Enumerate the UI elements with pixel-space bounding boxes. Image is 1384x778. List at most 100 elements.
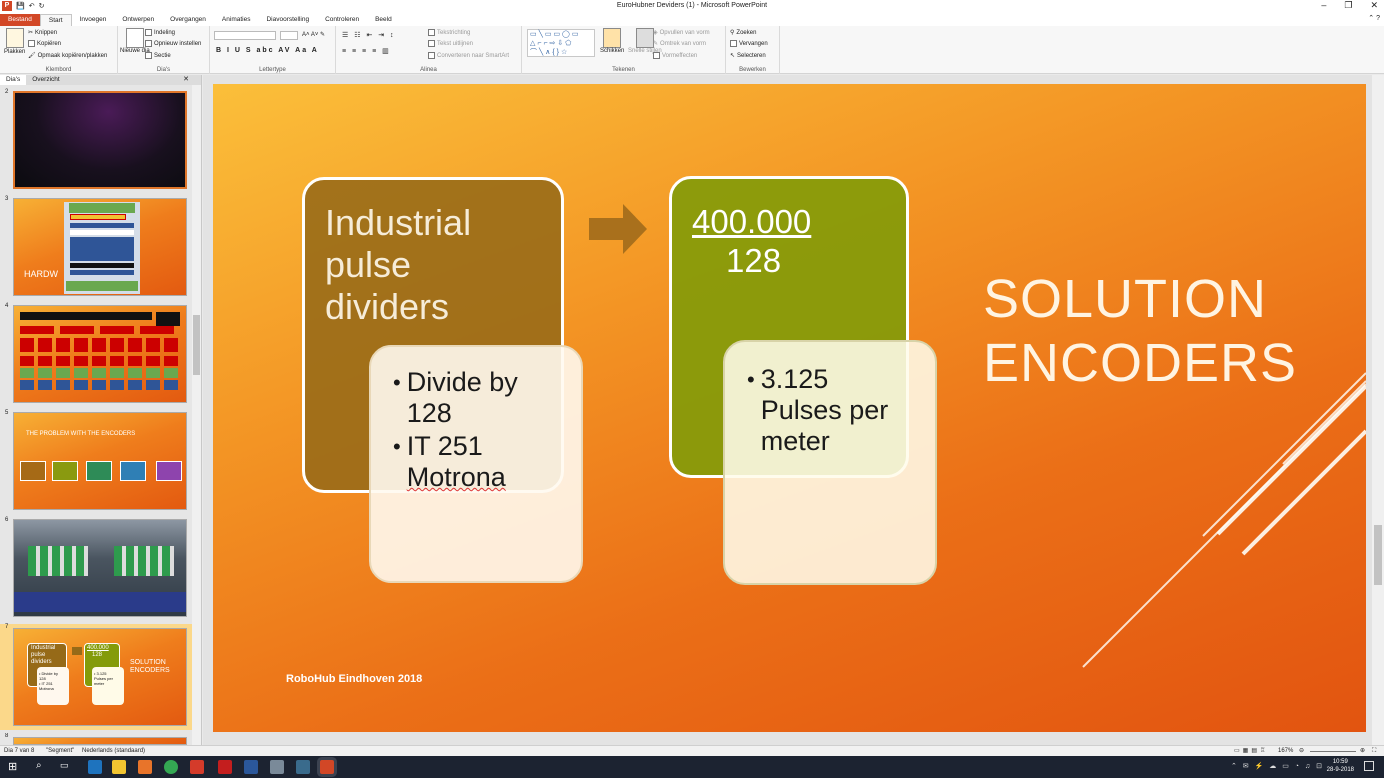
tab-view[interactable]: Beeld <box>367 14 400 26</box>
font-size-buttons[interactable]: A˄ A˅ ✎ <box>302 31 325 38</box>
slide-thumbnail-row-selected[interactable]: 7 Industrial pulse dividers • Divide by … <box>0 624 192 730</box>
text-direction-button[interactable]: Tekstrichting <box>428 29 470 36</box>
edge-icon[interactable] <box>88 760 102 774</box>
fraction-numerator[interactable]: 400.000 <box>692 202 811 242</box>
file-explorer-icon[interactable] <box>112 760 126 774</box>
list-buttons[interactable]: ☰ ☷ ⇤ ⇥ ↕ <box>342 31 396 39</box>
close-button[interactable]: ✕ <box>1370 0 1378 11</box>
slide-thumbnail[interactable] <box>13 737 187 745</box>
powerpoint-taskbar-icon[interactable] <box>320 760 334 774</box>
notification-icon[interactable] <box>1364 761 1374 771</box>
tab-animations[interactable]: Animaties <box>214 14 259 26</box>
align-text-button[interactable]: Tekst uitlijnen <box>428 40 473 47</box>
slide-footer[interactable]: RoboHub Eindhoven 2018 <box>286 673 422 685</box>
editing-group: ⚲ Zoeken Vervangen ↖ Selecteren Bewerken <box>726 26 780 74</box>
help-icon[interactable]: ⌃ ? <box>1368 14 1380 22</box>
slide-title[interactable]: SOLUTION ENCODERS <box>983 267 1297 395</box>
tab-outline[interactable]: Overzicht <box>26 75 65 85</box>
search-icon[interactable]: ⌕ <box>36 760 50 774</box>
slide-thumbnail[interactable]: HARDW <box>13 198 187 296</box>
layout-button[interactable]: Indeling <box>145 29 175 36</box>
app-icon[interactable] <box>190 760 204 774</box>
shape-fill-button[interactable]: ◈ Opvullen van vorm <box>653 29 710 37</box>
thumbnail-scrollbar[interactable] <box>192 85 201 745</box>
shape-effects-button[interactable]: Vormeffecten <box>653 52 697 59</box>
view-buttons[interactable]: ▭▦▤♖ <box>1234 746 1268 756</box>
smartart-button[interactable]: Converteren naar SmartArt <box>428 52 509 59</box>
scrollbar-thumb[interactable] <box>1374 525 1382 585</box>
slide-thumbnail-row[interactable]: 8 <box>0 733 192 745</box>
system-tray-icons[interactable]: ⌃ ✉ ⚡ ☁ ▭ ◔ ♫ ⊡ <box>1231 762 1324 770</box>
diagram-block <box>70 214 126 220</box>
slide-thumbnail-row[interactable]: 3 HARDW <box>0 196 192 296</box>
zoom-level[interactable]: 167% <box>1278 746 1293 756</box>
pulses-bullet-list[interactable]: • 3.125 Pulses per meter <box>747 364 888 457</box>
arrange-icon <box>603 28 622 48</box>
slide-canvas[interactable]: Industrial pulse dividers • Divide by 12… <box>213 84 1366 732</box>
diagram-block <box>69 203 135 213</box>
slide-thumbnail-row[interactable]: 4 <box>0 303 192 403</box>
start-windows-icon[interactable]: ⊞ <box>8 760 22 774</box>
tab-transitions[interactable]: Overgangen <box>162 14 214 26</box>
pane-tabs: Dia's Overzicht <box>0 75 201 85</box>
scrollbar-thumb[interactable] <box>193 315 200 375</box>
font-style-buttons[interactable]: B I U S abc AV Aa A <box>216 47 319 54</box>
dividers-bullet-list[interactable]: • Divide by 128 • IT 251 Motrona <box>393 367 518 493</box>
tab-start[interactable]: Start <box>39 14 72 26</box>
find-button[interactable]: ⚲ Zoeken <box>730 29 756 37</box>
tab-slideshow[interactable]: Diavoorstelling <box>258 14 317 26</box>
reset-button[interactable]: Opnieuw instellen <box>145 40 201 47</box>
diagram-block <box>70 237 134 261</box>
font-size-dropdown[interactable] <box>280 31 298 40</box>
bullet-item: • IT 251 Motrona <box>393 431 506 492</box>
photos-icon[interactable] <box>296 760 310 774</box>
outlook-icon[interactable] <box>138 760 152 774</box>
industrial-dividers-text[interactable]: Industrial pulse dividers <box>325 202 471 328</box>
slide-thumbnail[interactable]: Industrial pulse dividers • Divide by 12… <box>13 628 187 726</box>
slide-thumbnail[interactable] <box>13 91 187 189</box>
tab-design[interactable]: Ontwerpen <box>114 14 162 26</box>
clipboard-group-label: Klembord <box>45 67 72 73</box>
app-icon[interactable] <box>270 760 284 774</box>
slide-thumbnail[interactable] <box>13 519 187 617</box>
section-button[interactable]: Sectie <box>145 52 171 59</box>
paste-button[interactable]: Plakken <box>4 28 25 55</box>
right-arrow-shape[interactable] <box>589 204 649 254</box>
close-pane-icon[interactable]: ✕ <box>183 75 189 83</box>
restore-button[interactable]: ❐ <box>1344 0 1352 11</box>
chrome-icon[interactable] <box>164 760 178 774</box>
editor-scrollbar[interactable] <box>1372 75 1384 745</box>
task-view-icon[interactable]: ▭ <box>60 760 74 774</box>
slide-thumbnail[interactable]: THE PROBLEM WITH THE ENCODERS <box>13 412 187 510</box>
clock[interactable]: 10:59 28-9-2018 <box>1327 758 1354 774</box>
minimize-button[interactable]: – <box>1321 0 1326 11</box>
cut-button[interactable]: ✂ Knippen <box>28 29 57 37</box>
slide-thumbnail-row[interactable]: 2 <box>0 89 192 189</box>
tab-file[interactable]: Bestand <box>0 14 40 26</box>
tab-insert[interactable]: Invoegen <box>72 14 115 26</box>
font-family-dropdown[interactable] <box>214 31 276 40</box>
fit-slide-icon[interactable]: ⛶ <box>1372 746 1376 756</box>
format-painter-button[interactable]: 🖌 Opmaak kopiëren/plakken <box>28 52 107 60</box>
slide-thumbnail-row[interactable]: 6 <box>0 517 192 617</box>
bullet-item: • 3.125 Pulses per meter <box>747 364 889 456</box>
language-indicator[interactable]: Nederlands (standaard) <box>82 746 145 756</box>
shape-outline-button[interactable]: ✎ Omtrek van vorm <box>653 40 706 48</box>
copy-button[interactable]: Kopiëren <box>28 40 61 47</box>
replace-button[interactable]: Vervangen <box>730 40 768 47</box>
acrobat-icon[interactable] <box>218 760 232 774</box>
diagram-block <box>20 380 180 390</box>
select-button[interactable]: ↖ Selecteren <box>730 52 766 60</box>
zoom-in-icon[interactable]: ⊕ <box>1360 746 1365 756</box>
fraction-denominator[interactable]: 128 <box>726 241 781 281</box>
slide-thumbnail[interactable] <box>13 305 187 403</box>
tab-slides[interactable]: Dia's <box>0 75 27 85</box>
slide-thumbnail-row[interactable]: 5 THE PROBLEM WITH THE ENCODERS <box>0 410 192 510</box>
zoom-out-icon[interactable]: ⊖ <box>1299 746 1304 756</box>
word-icon[interactable] <box>244 760 258 774</box>
align-buttons[interactable]: ≡ ≡ ≡ ≡ ▥ <box>342 47 391 55</box>
shapes-gallery[interactable]: ▭╲▭▭◯▭ △⌐⌐⇨⇩⬠ ⌒╲∧{}☆ <box>527 29 595 57</box>
arrange-button[interactable]: Schikken <box>600 28 624 54</box>
zoom-slider[interactable] <box>1310 751 1356 752</box>
tab-review[interactable]: Controleren <box>317 14 367 26</box>
